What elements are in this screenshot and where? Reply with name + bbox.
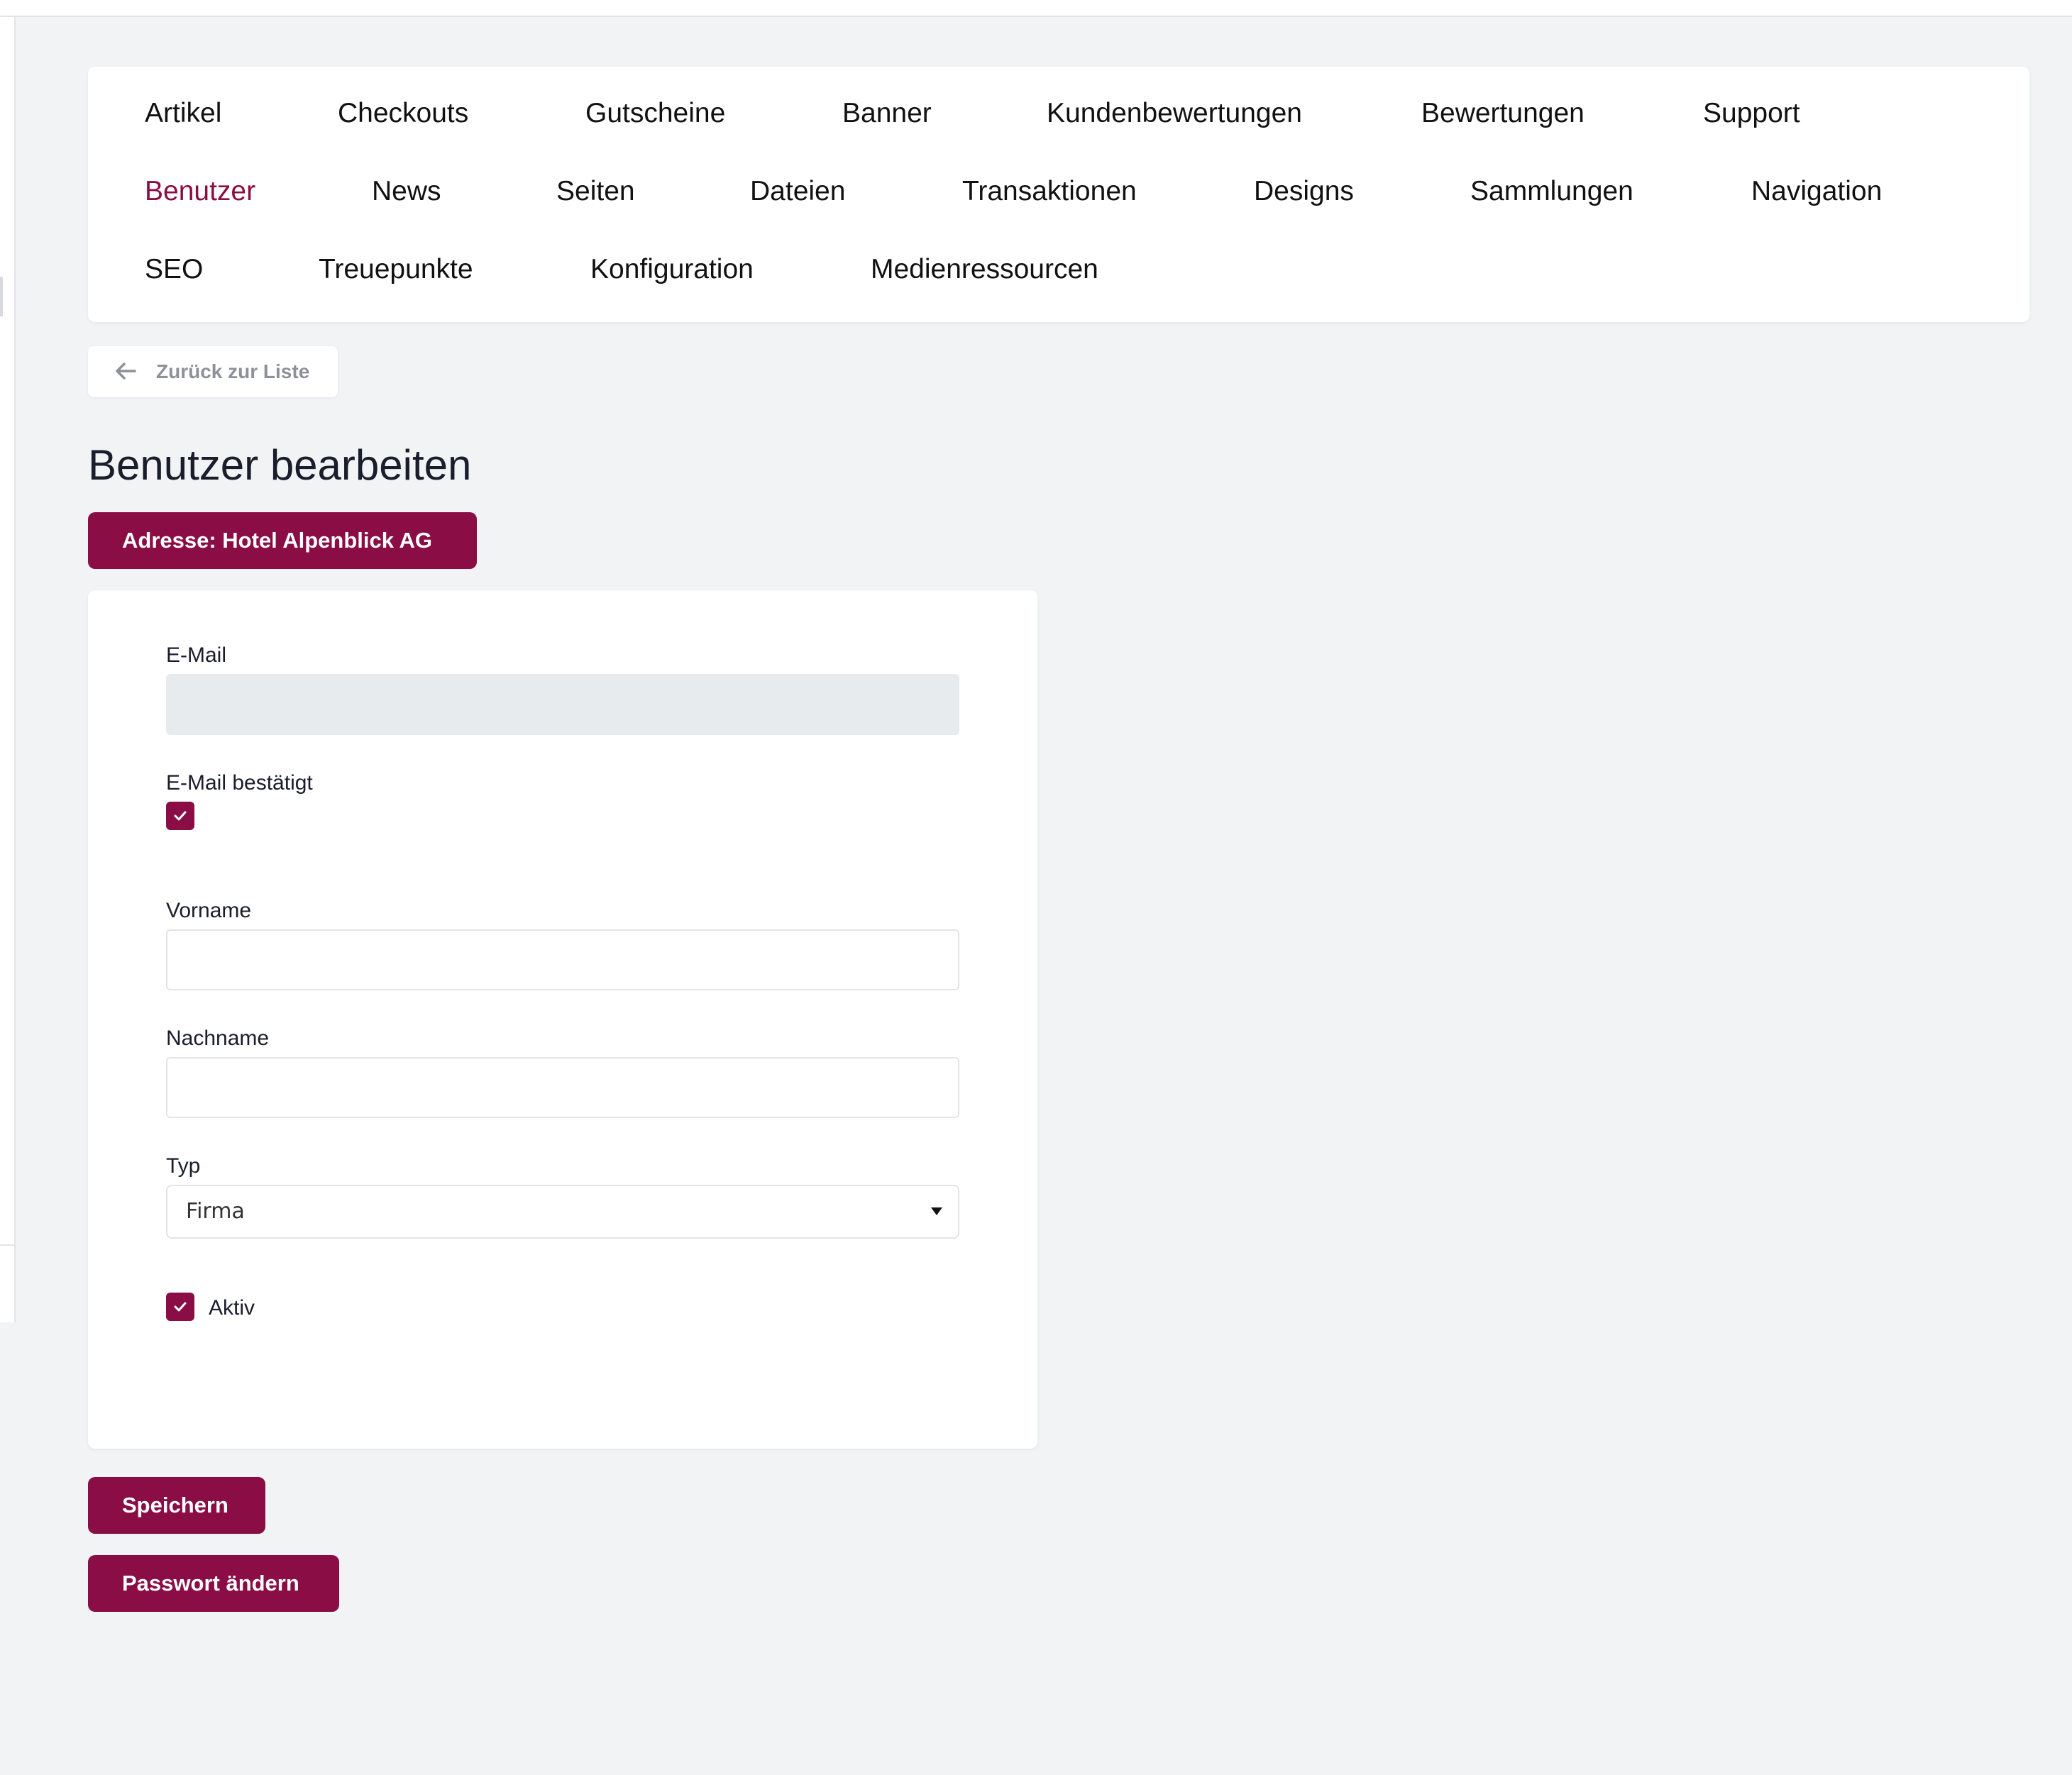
- nav-item-seo[interactable]: SEO: [145, 253, 203, 287]
- nav-item-sammlungen[interactable]: Sammlungen: [1470, 175, 1633, 209]
- first-name-field[interactable]: [166, 929, 959, 990]
- type-select-value: Firma: [186, 1199, 245, 1224]
- email-field[interactable]: [166, 674, 959, 735]
- left-sidebar-strip: [0, 17, 16, 1322]
- last-name-label: Nachname: [166, 1027, 270, 1050]
- type-select[interactable]: Firma: [166, 1185, 959, 1239]
- save-button[interactable]: Speichern: [88, 1477, 265, 1534]
- email-confirmed-label: E-Mail bestätigt: [166, 771, 313, 795]
- active-checkbox[interactable]: [166, 1293, 194, 1321]
- nav-item-transaktionen[interactable]: Transaktionen: [962, 175, 1137, 209]
- nav-item-news[interactable]: News: [372, 175, 441, 209]
- nav-item-banner[interactable]: Banner: [842, 96, 932, 131]
- nav-item-artikel[interactable]: Artikel: [145, 96, 221, 131]
- sidebar-edge-marker: [0, 277, 3, 316]
- nav-item-treuepunkte[interactable]: Treuepunkte: [319, 253, 473, 287]
- nav-item-konfiguration[interactable]: Konfiguration: [590, 253, 754, 287]
- nav-item-support[interactable]: Support: [1703, 96, 1800, 131]
- email-label: E-Mail: [166, 643, 227, 667]
- nav-item-medienressourcen[interactable]: Medienressourcen: [871, 253, 1098, 287]
- nav-item-gutscheine[interactable]: Gutscheine: [585, 96, 725, 131]
- user-form: E-Mail E-Mail bestätigt Vorname Nachname…: [88, 590, 1037, 1449]
- arrow-left-icon: [116, 363, 136, 380]
- main-navigation: Artikel Checkouts Gutscheine Banner Kund…: [88, 67, 2029, 322]
- sidebar-divider: [0, 1244, 14, 1246]
- top-bar: [0, 0, 2072, 17]
- nav-item-kundenbewertungen[interactable]: Kundenbewertungen: [1047, 96, 1302, 131]
- change-password-button[interactable]: Passwort ändern: [88, 1555, 339, 1612]
- check-icon: [174, 1302, 187, 1312]
- nav-item-benutzer[interactable]: Benutzer: [145, 175, 255, 209]
- page-title: Benutzer bearbeiten: [88, 441, 472, 489]
- first-name-label: Vorname: [166, 899, 252, 922]
- active-label: Aktiv: [209, 1296, 255, 1320]
- nav-item-bewertungen[interactable]: Bewertungen: [1421, 96, 1585, 131]
- back-to-list-button[interactable]: Zurück zur Liste: [88, 346, 338, 397]
- last-name-field[interactable]: [166, 1057, 959, 1118]
- type-label: Typ: [166, 1154, 201, 1178]
- caret-down-icon: [931, 1207, 942, 1215]
- nav-item-checkouts[interactable]: Checkouts: [338, 96, 468, 131]
- nav-item-designs[interactable]: Designs: [1254, 175, 1354, 209]
- nav-item-dateien[interactable]: Dateien: [750, 175, 845, 209]
- check-icon: [174, 811, 187, 821]
- back-to-list-label: Zurück zur Liste: [156, 360, 310, 382]
- nav-item-seiten[interactable]: Seiten: [556, 175, 635, 209]
- email-confirmed-checkbox[interactable]: [166, 802, 194, 830]
- address-button[interactable]: Adresse: Hotel Alpenblick AG: [88, 512, 477, 569]
- nav-item-navigation[interactable]: Navigation: [1751, 175, 1882, 209]
